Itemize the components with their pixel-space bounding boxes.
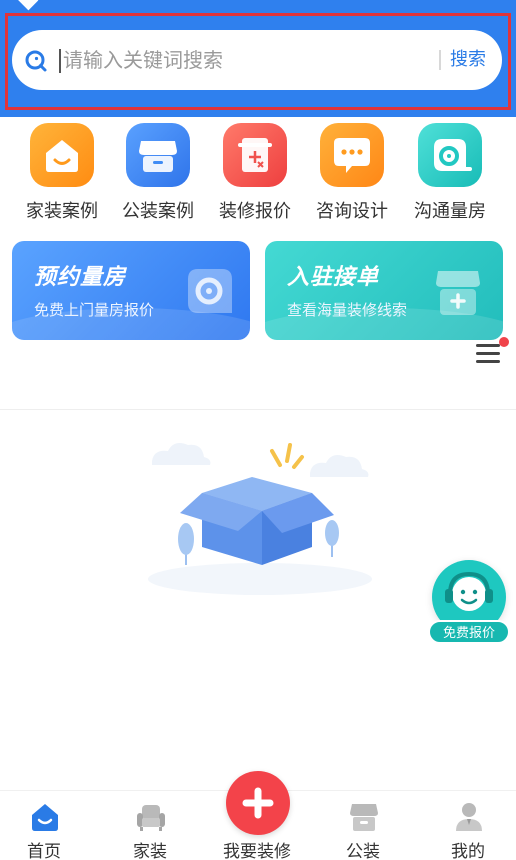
category-design-consult[interactable]: 咨询设计 (302, 123, 402, 223)
app-page: 搜索 家装案例 (0, 0, 516, 860)
header-bar: 搜索 (0, 0, 516, 117)
search-bar[interactable]: 搜索 (12, 30, 502, 90)
tab-label: 首页 (27, 842, 61, 860)
tab-label: 我要装修 (223, 842, 291, 860)
free-quote-label: 免费报价 (428, 620, 510, 644)
storefront-icon (436, 271, 480, 315)
empty-box-illustration (148, 443, 372, 595)
category-label: 公装案例 (122, 201, 194, 222)
category-label: 沟通量房 (414, 201, 486, 222)
category-label: 家装案例 (26, 201, 98, 222)
header-notch (15, 0, 39, 11)
user-icon (456, 803, 482, 831)
tab-label: 我的 (451, 842, 485, 860)
search-divider (439, 50, 441, 70)
banner-subtitle: 查看海量装修线索 (287, 301, 408, 319)
banner-subtitle: 免费上门量房报价 (34, 301, 155, 319)
search-button[interactable]: 搜索 (450, 45, 486, 71)
category-office-cases[interactable]: 公装案例 (108, 123, 208, 223)
house-icon (30, 123, 94, 187)
menu-bar (476, 360, 500, 363)
home-icon (32, 804, 58, 831)
menu-bar (476, 352, 500, 355)
banner-title: 预约量房 (34, 265, 127, 290)
tape-measure-icon (188, 269, 232, 313)
category-label: 装修报价 (219, 201, 291, 222)
storefront-icon (126, 123, 190, 187)
banner-join-orders[interactable]: 入驻接单 查看海量装修线索 (265, 241, 503, 340)
tab-commercial[interactable]: 公装 (323, 791, 403, 860)
banner-title: 入驻接单 (287, 265, 380, 290)
tab-renovate[interactable]: 我要装修 (221, 771, 297, 860)
text-caret (59, 49, 61, 73)
storefront-icon (350, 804, 378, 831)
category-grid: 家装案例 公装案例 装修报价 咨询设计 沟通量房 (0, 123, 516, 223)
category-measure-room[interactable]: 沟通量房 (400, 123, 500, 223)
calculator-icon (223, 123, 287, 187)
bottom-tab-bar: 首页 家装 我要装修 公装 我的 (0, 771, 516, 860)
menu-icon[interactable] (476, 337, 509, 366)
tab-mine[interactable]: 我的 (428, 791, 508, 860)
chat-icon (320, 123, 384, 187)
search-input[interactable] (63, 42, 423, 78)
tape-measure-icon (418, 123, 482, 187)
section-divider (0, 409, 516, 410)
category-home-cases[interactable]: 家装案例 (12, 123, 112, 223)
main-content: 家装案例 公装案例 装修报价 咨询设计 沟通量房 预约量房 免费上门量房报价 入… (0, 117, 516, 790)
free-quote-float-button[interactable]: 免费报价 (428, 560, 512, 646)
tab-home[interactable]: 首页 (4, 791, 84, 860)
tab-home-decor[interactable]: 家装 (110, 791, 190, 860)
category-label: 咨询设计 (316, 201, 388, 222)
banner-book-measure[interactable]: 预约量房 免费上门量房报价 (12, 241, 250, 340)
plus-icon (226, 771, 290, 835)
sofa-icon (137, 805, 165, 831)
menu-bar (476, 344, 500, 347)
tab-label: 公装 (346, 842, 380, 860)
tab-label: 家装 (133, 842, 167, 860)
search-icon (25, 50, 47, 72)
category-renovation-quote[interactable]: 装修报价 (205, 123, 305, 223)
notification-dot (499, 337, 509, 347)
